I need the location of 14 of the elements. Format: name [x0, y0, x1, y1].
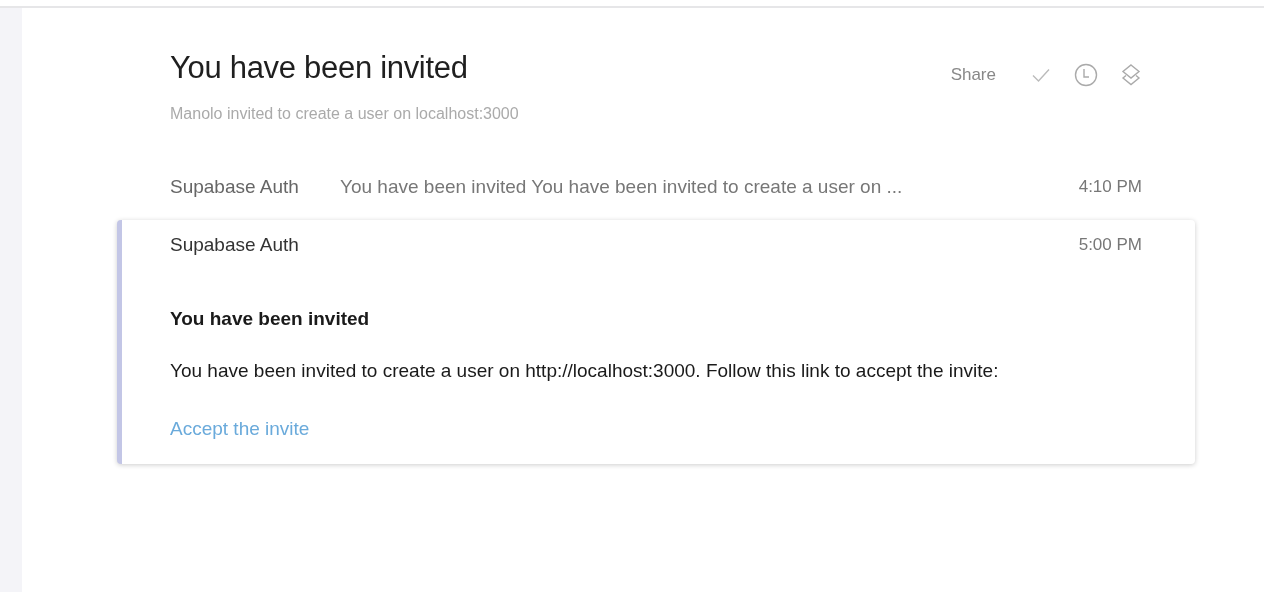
email-body: You have been invited to create a user on http://localhost:3000. Follow this link to accept the invite:	[170, 360, 1000, 382]
clock-icon[interactable]	[1074, 63, 1098, 87]
accept-invite-link[interactable]: Accept the invite	[170, 418, 310, 440]
sender-name: Supabase Auth	[170, 234, 300, 256]
message-snippet: You have been invited You have been invited to create a user on ...	[340, 176, 904, 198]
message-time: 5:00 PM	[1078, 235, 1142, 255]
layers-icon[interactable]	[1120, 63, 1142, 87]
message-time: 4:10 PM	[1078, 177, 1142, 197]
message-row[interactable]: Supabase Auth You have been invited You have been invited to create a user on ... 4:10 PM	[117, 162, 1195, 212]
thread-title: You have been invited	[170, 50, 469, 86]
thread-subtitle: Manolo invited to create a user on localhost:3000	[170, 105, 519, 123]
share-button[interactable]: Share	[950, 65, 996, 85]
email-heading: You have been invited	[170, 308, 371, 330]
sender-name: Supabase Auth	[170, 176, 300, 198]
